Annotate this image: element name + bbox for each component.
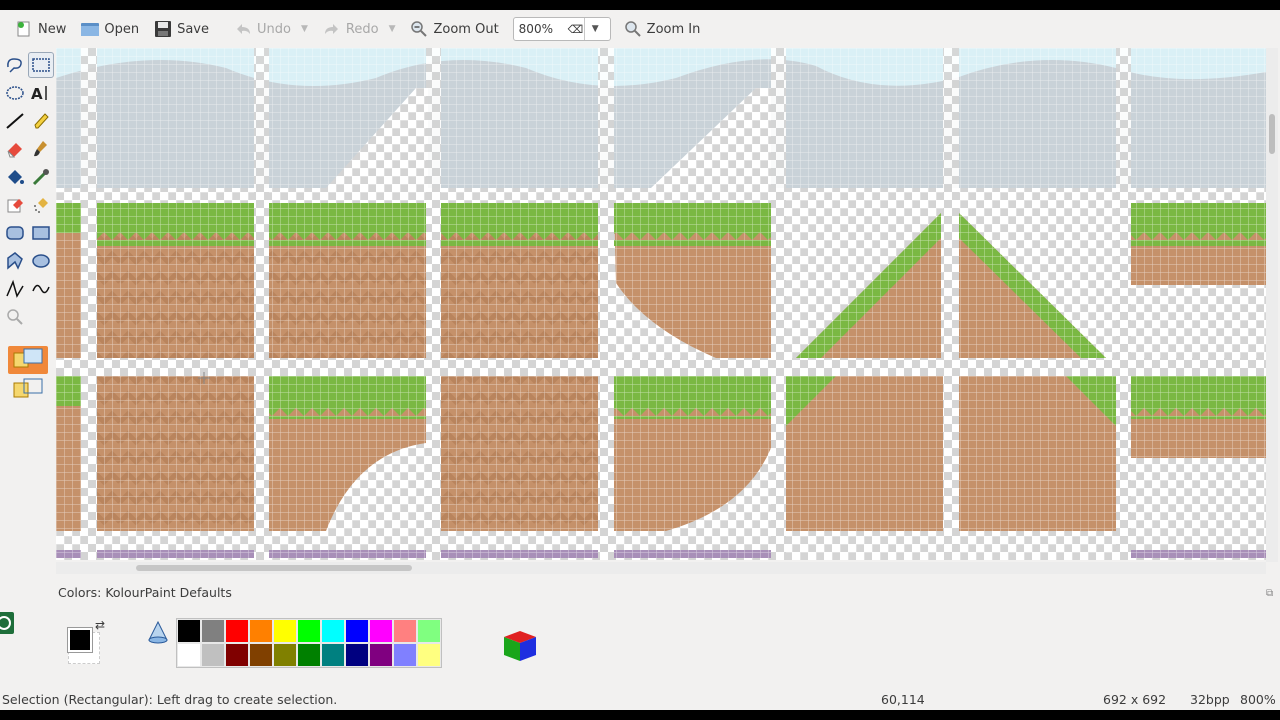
zoom-combobox[interactable]: 800% ⌫ ▼ [512,17,611,41]
palette-swatch[interactable] [417,643,441,667]
zoom-out-icon [409,19,429,39]
connected-lines-icon[interactable] [2,276,28,302]
palette-swatch[interactable] [369,619,393,643]
horizontal-scrollbar[interactable] [56,562,1266,574]
horizontal-scroll-thumb[interactable] [136,565,412,571]
zoom-in-label: Zoom In [646,21,701,37]
zoom-in-icon [623,19,643,39]
rectangular-selection-icon[interactable] [28,52,54,78]
color-eraser-icon[interactable] [2,192,28,218]
new-button[interactable]: New [8,15,72,43]
undo-icon [233,19,253,39]
new-document-icon [14,19,34,39]
text-tool-icon[interactable]: A [28,80,54,106]
image-size: 692 x 692 [1103,692,1167,707]
palette-swatch[interactable] [273,619,297,643]
zoom-tool-icon[interactable] [2,304,28,330]
cursor-position: 60,114 [881,692,925,707]
color-picker-icon[interactable] [28,164,54,190]
kolourpaint-window: New Open Save Undo ▼ Redo ▼ Zoom Out 800… [0,10,1280,710]
foreground-color-swatch[interactable] [67,627,93,653]
zoom-dropdown-icon[interactable]: ▼ [583,18,606,40]
status-bar: Selection (Rectangular): Left drag to cr… [0,690,1280,710]
line-tool-icon[interactable] [2,108,28,134]
free-form-selection-icon[interactable] [2,52,28,78]
tool-box: A [0,50,56,400]
tileset-image[interactable] [56,48,1266,560]
svg-text:A: A [31,85,43,103]
palette-swatch[interactable] [393,643,417,667]
palette-swatch[interactable] [177,643,201,667]
palette-swatch[interactable] [369,643,393,667]
palette-swatch[interactable] [297,643,321,667]
curve-icon[interactable] [28,276,54,302]
transparent-selection-mode-icon[interactable] [8,376,48,404]
zoom-in-button[interactable]: Zoom In [617,15,707,43]
palette-swatch[interactable] [345,643,369,667]
color-similarity-icon[interactable] [146,620,170,650]
palette-swatch[interactable] [321,643,345,667]
palette-swatch[interactable] [345,619,369,643]
undo-dropdown-icon[interactable]: ▼ [301,24,308,34]
palette-swatch[interactable] [321,619,345,643]
redo-button[interactable]: Redo [316,15,385,43]
undo-label: Undo [257,21,291,37]
foreground-background-colors[interactable]: ⇄ [60,618,110,668]
elliptical-selection-icon[interactable] [2,80,28,106]
color-cube-icon[interactable] [498,625,538,669]
status-zoom: 800% [1240,692,1276,707]
status-message: Selection (Rectangular): Left drag to cr… [2,692,338,707]
color-box-title: Colors: KolourPaint Defaults [58,585,232,600]
palette-swatch[interactable] [225,619,249,643]
palette-swatch[interactable] [249,643,273,667]
palette-swatch[interactable] [417,619,441,643]
clear-text-icon[interactable]: ⌫ [568,23,584,36]
pen-tool-icon[interactable] [28,108,54,134]
palette-swatch[interactable] [249,619,273,643]
dock-float-icon[interactable]: ⧉ [1266,588,1273,599]
open-button[interactable]: Open [74,15,145,43]
palette-swatch[interactable] [297,619,321,643]
open-label: Open [104,21,140,37]
opaque-selection-mode-icon[interactable] [8,346,48,374]
zoom-out-label: Zoom Out [433,21,499,37]
image-canvas[interactable] [56,48,1266,560]
palette-swatch[interactable] [393,619,417,643]
color-depth: 32bpp [1190,692,1230,707]
redo-dropdown-icon[interactable]: ▼ [389,24,396,34]
palette-swatch[interactable] [273,643,297,667]
redo-icon [322,19,342,39]
ellipse-icon[interactable] [28,248,54,274]
app-logo-icon [0,608,16,638]
zoom-value[interactable]: 800% [514,22,568,36]
save-label: Save [177,21,210,37]
vertical-scrollbar[interactable] [1266,48,1278,562]
undo-button[interactable]: Undo [227,15,297,43]
new-label: New [38,21,67,37]
save-button[interactable]: Save [147,15,215,43]
polygon-icon[interactable] [2,248,28,274]
zoom-out-button[interactable]: Zoom Out [403,15,504,43]
rounded-rectangle-icon[interactable] [2,220,28,246]
color-palette[interactable] [176,618,442,668]
palette-swatch[interactable] [201,643,225,667]
palette-swatch[interactable] [177,619,201,643]
flood-fill-icon[interactable] [2,164,28,190]
floppy-save-icon [153,19,173,39]
palette-swatch[interactable] [201,619,225,643]
rectangle-icon[interactable] [28,220,54,246]
main-toolbar: New Open Save Undo ▼ Redo ▼ Zoom Out 800… [0,10,1280,48]
folder-open-icon [80,19,100,39]
brush-tool-icon[interactable] [28,136,54,162]
swap-colors-icon[interactable]: ⇄ [95,618,105,632]
redo-label: Redo [345,21,379,37]
vertical-scroll-thumb[interactable] [1269,114,1275,154]
palette-swatch[interactable] [225,643,249,667]
eraser-tool-icon[interactable] [2,136,28,162]
spraycan-icon[interactable] [28,192,54,218]
